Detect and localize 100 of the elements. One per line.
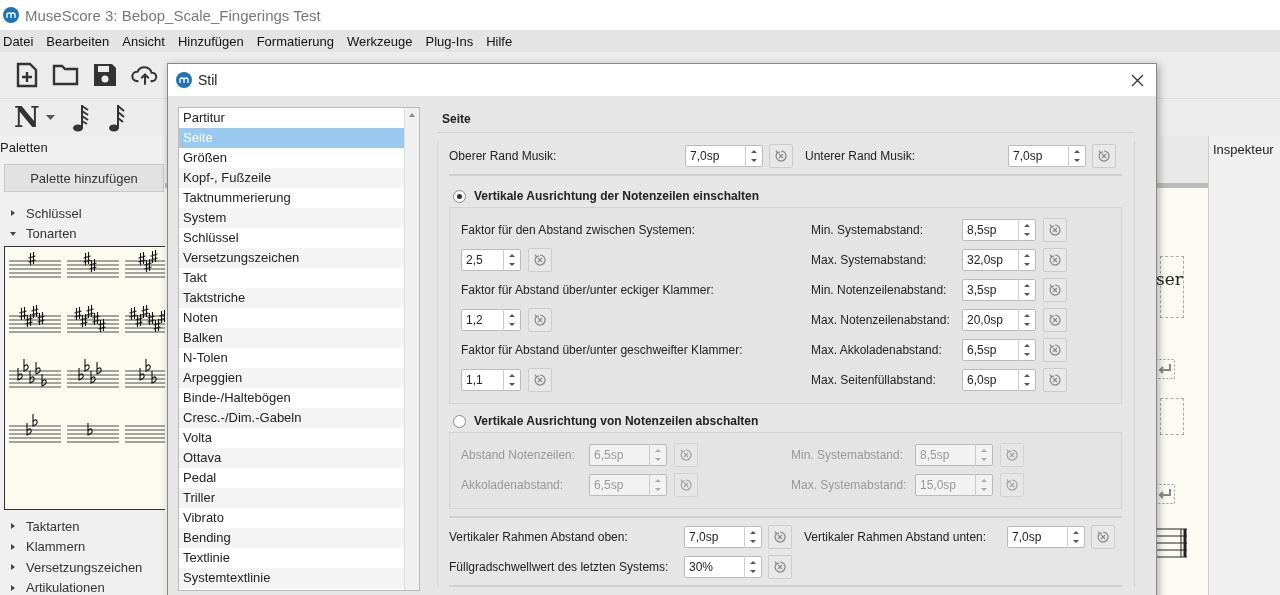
line-break-icon[interactable] (1155, 359, 1175, 379)
expand-arrow-icon[interactable] (10, 523, 16, 530)
reset-icon (1005, 478, 1019, 492)
reset-button[interactable] (768, 555, 792, 579)
field-label: Max. Systemabstand: (811, 253, 928, 267)
palette-group-label[interactable]: Artikulationen (26, 580, 105, 595)
field-label: Max. Akkoladenabstand: (811, 343, 943, 357)
category-item[interactable]: Cresc.-/Dim.-Gabeln (179, 408, 404, 428)
reset-button[interactable] (1043, 218, 1067, 242)
category-item[interactable]: Partitur (179, 108, 404, 128)
category-item[interactable]: Kopf-, Fußzeile (179, 168, 404, 188)
reset-icon (774, 149, 788, 163)
palette-group-label[interactable]: Taktarten (26, 518, 80, 534)
expand-arrow-icon[interactable] (10, 230, 16, 237)
spin-box[interactable]: 6,0sp (962, 369, 1036, 391)
category-item[interactable]: Arpeggien (179, 368, 404, 388)
thirty-second-note-icon[interactable] (106, 102, 127, 133)
category-item[interactable]: Volta (179, 428, 404, 448)
expand-arrow-icon[interactable] (10, 543, 16, 550)
menu-item[interactable]: Datei (3, 33, 34, 49)
category-item[interactable]: Schlüssel (179, 228, 404, 248)
new-file-icon[interactable] (16, 62, 38, 88)
menu-item[interactable]: Bearbeiten (46, 33, 110, 49)
category-item[interactable]: Größen (179, 148, 404, 168)
folder-icon[interactable] (52, 64, 79, 86)
spin-box[interactable]: 20,0sp (962, 309, 1036, 331)
category-item[interactable]: System (179, 208, 404, 228)
category-item[interactable]: Triller (179, 488, 404, 508)
palette-group-label[interactable]: Schlüssel (26, 205, 82, 221)
category-item[interactable]: Ottava (179, 448, 404, 468)
palette-group-label[interactable]: Versetzungszeichen (26, 559, 143, 575)
group-heading: Vertikale Ausrichtung von Notenzeilen abschalten (474, 414, 759, 428)
menu-item[interactable]: Formatierung (256, 33, 334, 49)
add-palette-button[interactable]: Palette hinzufügen (4, 164, 164, 192)
sixty-fourth-note-icon[interactable] (70, 102, 91, 133)
field-label: Abstand Notenzeilen: (461, 448, 577, 462)
spin-box[interactable]: 7,0sp (685, 145, 763, 167)
palette-group-label[interactable]: Klammern (26, 539, 86, 555)
spin-box[interactable]: 2,5 (461, 249, 521, 271)
category-item[interactable]: N-Tolen (179, 348, 404, 368)
line-break-icon[interactable] (1155, 484, 1175, 504)
radio-button[interactable] (453, 189, 466, 203)
cloud-upload-icon[interactable] (131, 63, 159, 87)
category-item[interactable]: Noten (179, 308, 404, 328)
spin-box[interactable]: 1,2 (461, 309, 521, 331)
spin-box[interactable]: 7,0sp (1008, 145, 1086, 167)
reset-button[interactable] (1091, 525, 1115, 549)
category-item[interactable]: Textlinie (179, 548, 404, 568)
caret-icon[interactable] (45, 115, 55, 120)
category-item[interactable]: Pedal (179, 468, 404, 488)
reset-icon (1096, 530, 1110, 544)
spin-box[interactable]: 30% (684, 556, 762, 578)
reset-button[interactable] (768, 525, 792, 549)
panel-title: Inspekteur (1213, 142, 1274, 157)
expand-arrow-icon[interactable] (10, 210, 16, 217)
spin-box[interactable]: 8,5sp (962, 219, 1036, 241)
spin-box[interactable]: 1,1 (461, 369, 521, 391)
reset-button[interactable] (1043, 368, 1067, 392)
menu-item[interactable]: Ansicht (122, 33, 165, 49)
spin-box[interactable]: 3,5sp (962, 279, 1036, 301)
menu-item[interactable]: Hilfe (486, 33, 513, 49)
category-item[interactable]: Systemtextlinie (179, 568, 404, 588)
reset-button[interactable] (1092, 144, 1116, 168)
field-label: Vertikaler Rahmen Abstand unten: (804, 530, 988, 544)
field-label: Min. Notenzeilenabstand: (811, 283, 948, 297)
spin-box[interactable]: 7,0sp (684, 526, 762, 548)
field-label: Füllgradschwellwert des letzten Systems: (449, 560, 670, 574)
reset-button[interactable] (528, 368, 552, 392)
reset-button[interactable] (528, 248, 552, 272)
menu-item[interactable]: Hinzufügen (177, 33, 244, 49)
category-item[interactable]: Bending (179, 528, 404, 548)
menu-item[interactable]: Plug-Ins (425, 33, 474, 49)
save-icon[interactable] (93, 63, 117, 87)
expand-arrow-icon[interactable] (10, 584, 16, 591)
reset-icon (1097, 149, 1111, 163)
expand-arrow-icon[interactable] (10, 564, 16, 571)
reset-button[interactable] (528, 308, 552, 332)
category-item[interactable]: Vibrato (179, 508, 404, 528)
field-label: Max. Systemabstand: (791, 478, 908, 492)
reset-button[interactable] (1043, 278, 1067, 302)
reset-button[interactable] (769, 144, 793, 168)
reset-button[interactable] (1043, 248, 1067, 272)
menu-item[interactable]: Werkzeuge (347, 33, 413, 49)
reset-button[interactable] (1043, 338, 1067, 362)
category-item[interactable]: Versetzungszeichen (179, 248, 404, 268)
spin-box[interactable]: 7,0sp (1007, 526, 1085, 548)
spin-box[interactable]: 6,5sp (962, 339, 1036, 361)
reset-button[interactable] (1043, 308, 1067, 332)
composer-text: ser (1156, 269, 1183, 289)
palette-group-label[interactable]: Tonarten (26, 226, 77, 242)
spin-box[interactable]: 32,0sp (962, 249, 1036, 271)
note-input-toggle[interactable]: N (14, 101, 40, 134)
group-heading: Vertikale Ausrichtung der Notenzeilen einschalten (474, 189, 759, 203)
field-label: Faktor für den Abstand zwischen Systemen: (461, 223, 696, 237)
category-item[interactable]: Balken (179, 328, 404, 348)
category-item[interactable]: Takt (179, 268, 404, 288)
category-item[interactable]: Taktnummerierung (179, 188, 404, 208)
category-item[interactable]: Taktstriche (179, 288, 404, 308)
field-label: Faktor für Abstand über/unter geschweifter Klammer: (461, 343, 743, 357)
category-item[interactable]: Binde-/Haltebögen (179, 388, 404, 408)
